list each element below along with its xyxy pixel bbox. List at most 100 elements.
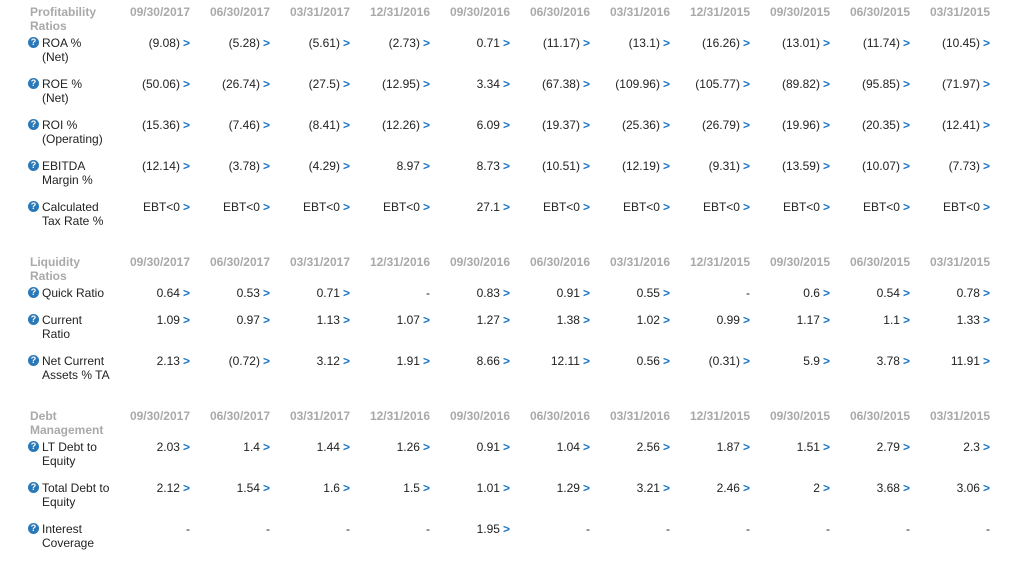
drilldown-arrow-icon[interactable]: > xyxy=(183,481,190,495)
drilldown-arrow-icon[interactable]: > xyxy=(183,286,190,300)
drilldown-arrow-icon[interactable]: > xyxy=(343,159,350,173)
drilldown-arrow-icon[interactable]: > xyxy=(743,200,750,214)
drilldown-arrow-icon[interactable]: > xyxy=(503,118,510,132)
drilldown-arrow-icon[interactable]: > xyxy=(343,481,350,495)
drilldown-arrow-icon[interactable]: > xyxy=(823,286,830,300)
drilldown-arrow-icon[interactable]: > xyxy=(423,159,430,173)
drilldown-arrow-icon[interactable]: > xyxy=(263,481,270,495)
drilldown-arrow-icon[interactable]: > xyxy=(583,354,590,368)
drilldown-arrow-icon[interactable]: > xyxy=(823,354,830,368)
help-icon[interactable]: ? xyxy=(28,355,39,366)
drilldown-arrow-icon[interactable]: > xyxy=(903,77,910,91)
drilldown-arrow-icon[interactable]: > xyxy=(743,481,750,495)
drilldown-arrow-icon[interactable]: > xyxy=(583,36,590,50)
drilldown-arrow-icon[interactable]: > xyxy=(823,481,830,495)
drilldown-arrow-icon[interactable]: > xyxy=(183,354,190,368)
drilldown-arrow-icon[interactable]: > xyxy=(663,313,670,327)
drilldown-arrow-icon[interactable]: > xyxy=(743,159,750,173)
drilldown-arrow-icon[interactable]: > xyxy=(343,118,350,132)
drilldown-arrow-icon[interactable]: > xyxy=(983,286,990,300)
drilldown-arrow-icon[interactable]: > xyxy=(503,36,510,50)
drilldown-arrow-icon[interactable]: > xyxy=(583,286,590,300)
drilldown-arrow-icon[interactable]: > xyxy=(263,77,270,91)
drilldown-arrow-icon[interactable]: > xyxy=(263,440,270,454)
drilldown-arrow-icon[interactable]: > xyxy=(503,286,510,300)
drilldown-arrow-icon[interactable]: > xyxy=(983,200,990,214)
drilldown-arrow-icon[interactable]: > xyxy=(903,354,910,368)
drilldown-arrow-icon[interactable]: > xyxy=(663,286,670,300)
drilldown-arrow-icon[interactable]: > xyxy=(983,313,990,327)
drilldown-arrow-icon[interactable]: > xyxy=(183,36,190,50)
drilldown-arrow-icon[interactable]: > xyxy=(983,77,990,91)
drilldown-arrow-icon[interactable]: > xyxy=(823,200,830,214)
drilldown-arrow-icon[interactable]: > xyxy=(983,481,990,495)
drilldown-arrow-icon[interactable]: > xyxy=(983,159,990,173)
drilldown-arrow-icon[interactable]: > xyxy=(263,286,270,300)
drilldown-arrow-icon[interactable]: > xyxy=(423,200,430,214)
drilldown-arrow-icon[interactable]: > xyxy=(663,354,670,368)
drilldown-arrow-icon[interactable]: > xyxy=(663,36,670,50)
drilldown-arrow-icon[interactable]: > xyxy=(583,440,590,454)
drilldown-arrow-icon[interactable]: > xyxy=(823,77,830,91)
drilldown-arrow-icon[interactable]: > xyxy=(503,440,510,454)
drilldown-arrow-icon[interactable]: > xyxy=(743,77,750,91)
drilldown-arrow-icon[interactable]: > xyxy=(743,313,750,327)
drilldown-arrow-icon[interactable]: > xyxy=(663,159,670,173)
drilldown-arrow-icon[interactable]: > xyxy=(183,118,190,132)
drilldown-arrow-icon[interactable]: > xyxy=(343,36,350,50)
drilldown-arrow-icon[interactable]: > xyxy=(903,313,910,327)
drilldown-arrow-icon[interactable]: > xyxy=(343,200,350,214)
drilldown-arrow-icon[interactable]: > xyxy=(503,159,510,173)
drilldown-arrow-icon[interactable]: > xyxy=(823,36,830,50)
drilldown-arrow-icon[interactable]: > xyxy=(263,200,270,214)
drilldown-arrow-icon[interactable]: > xyxy=(423,77,430,91)
drilldown-arrow-icon[interactable]: > xyxy=(503,481,510,495)
help-icon[interactable]: ? xyxy=(28,287,39,298)
help-icon[interactable]: ? xyxy=(28,441,39,452)
drilldown-arrow-icon[interactable]: > xyxy=(343,354,350,368)
drilldown-arrow-icon[interactable]: > xyxy=(503,313,510,327)
drilldown-arrow-icon[interactable]: > xyxy=(583,481,590,495)
drilldown-arrow-icon[interactable]: > xyxy=(583,77,590,91)
drilldown-arrow-icon[interactable]: > xyxy=(343,77,350,91)
drilldown-arrow-icon[interactable]: > xyxy=(663,77,670,91)
drilldown-arrow-icon[interactable]: > xyxy=(903,481,910,495)
drilldown-arrow-icon[interactable]: > xyxy=(423,313,430,327)
help-icon[interactable]: ? xyxy=(28,160,39,171)
drilldown-arrow-icon[interactable]: > xyxy=(263,118,270,132)
drilldown-arrow-icon[interactable]: > xyxy=(663,118,670,132)
drilldown-arrow-icon[interactable]: > xyxy=(903,36,910,50)
drilldown-arrow-icon[interactable]: > xyxy=(983,354,990,368)
drilldown-arrow-icon[interactable]: > xyxy=(903,200,910,214)
drilldown-arrow-icon[interactable]: > xyxy=(263,36,270,50)
drilldown-arrow-icon[interactable]: > xyxy=(583,200,590,214)
drilldown-arrow-icon[interactable]: > xyxy=(743,354,750,368)
drilldown-arrow-icon[interactable]: > xyxy=(183,313,190,327)
drilldown-arrow-icon[interactable]: > xyxy=(663,481,670,495)
drilldown-arrow-icon[interactable]: > xyxy=(823,118,830,132)
drilldown-arrow-icon[interactable]: > xyxy=(983,118,990,132)
drilldown-arrow-icon[interactable]: > xyxy=(263,354,270,368)
drilldown-arrow-icon[interactable]: > xyxy=(343,440,350,454)
drilldown-arrow-icon[interactable]: > xyxy=(423,481,430,495)
drilldown-arrow-icon[interactable]: > xyxy=(503,354,510,368)
help-icon[interactable]: ? xyxy=(28,119,39,130)
drilldown-arrow-icon[interactable]: > xyxy=(903,159,910,173)
drilldown-arrow-icon[interactable]: > xyxy=(823,313,830,327)
drilldown-arrow-icon[interactable]: > xyxy=(583,159,590,173)
drilldown-arrow-icon[interactable]: > xyxy=(983,36,990,50)
drilldown-arrow-icon[interactable]: > xyxy=(663,200,670,214)
drilldown-arrow-icon[interactable]: > xyxy=(903,286,910,300)
help-icon[interactable]: ? xyxy=(28,37,39,48)
help-icon[interactable]: ? xyxy=(28,482,39,493)
help-icon[interactable]: ? xyxy=(28,314,39,325)
drilldown-arrow-icon[interactable]: > xyxy=(423,440,430,454)
drilldown-arrow-icon[interactable]: > xyxy=(183,77,190,91)
drilldown-arrow-icon[interactable]: > xyxy=(823,159,830,173)
drilldown-arrow-icon[interactable]: > xyxy=(983,440,990,454)
drilldown-arrow-icon[interactable]: > xyxy=(823,440,830,454)
drilldown-arrow-icon[interactable]: > xyxy=(903,440,910,454)
drilldown-arrow-icon[interactable]: > xyxy=(183,200,190,214)
drilldown-arrow-icon[interactable]: > xyxy=(263,313,270,327)
drilldown-arrow-icon[interactable]: > xyxy=(583,118,590,132)
